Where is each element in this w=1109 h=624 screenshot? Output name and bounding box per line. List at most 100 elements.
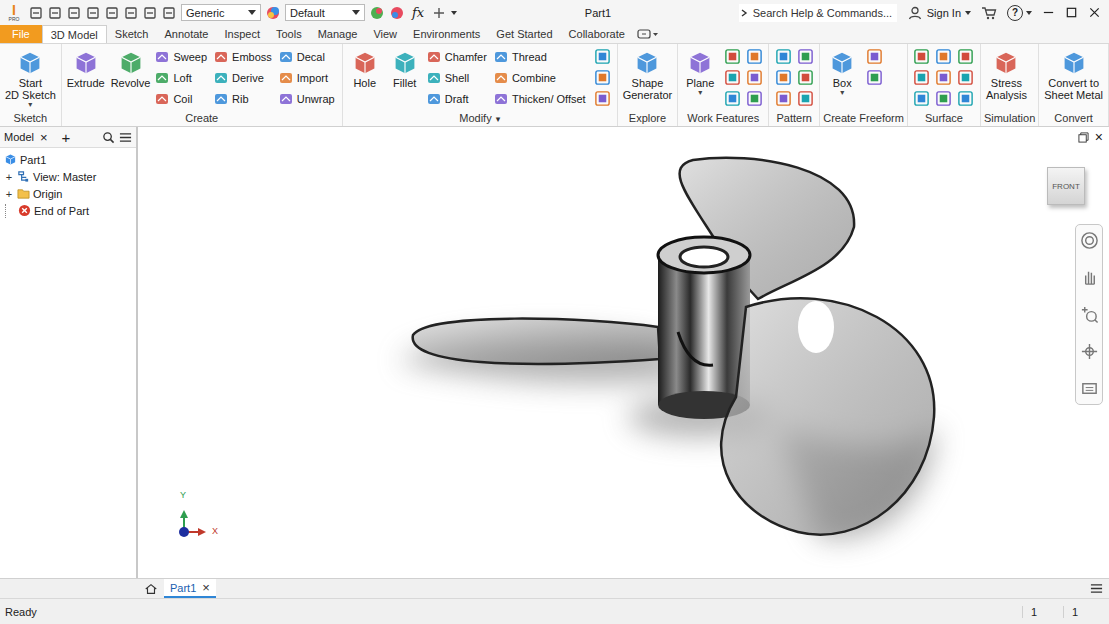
ribbon-small-tool[interactable]: Derive xyxy=(213,67,276,88)
tool-icon[interactable] xyxy=(775,90,792,107)
quick-access-icon[interactable] xyxy=(104,5,120,21)
ribbon-tab[interactable]: 3D Model xyxy=(42,25,107,43)
tool-icon[interactable] xyxy=(866,48,883,65)
ribbon-tab[interactable]: Annotate xyxy=(156,25,216,43)
ribbon-small-tool[interactable]: Unwrap xyxy=(278,88,339,109)
quick-access-icon[interactable] xyxy=(47,5,63,21)
ribbon-small-tool[interactable]: Thicken/ Offset xyxy=(493,88,590,109)
browser-add-button[interactable]: + xyxy=(60,130,73,145)
ribbon-tab[interactable]: Get Started xyxy=(488,25,560,43)
pan-icon[interactable] xyxy=(1080,268,1099,287)
search-box[interactable] xyxy=(739,4,897,22)
close-icon[interactable] xyxy=(1088,6,1101,19)
ribbon-large-tool[interactable]: Fillet xyxy=(386,46,424,90)
search-input[interactable] xyxy=(751,6,897,20)
tool-icon[interactable] xyxy=(746,69,763,86)
tree-toggle[interactable] xyxy=(5,204,15,218)
ribbon-small-tool[interactable]: Decal xyxy=(278,46,339,67)
maximize-icon[interactable] xyxy=(1065,6,1078,19)
document-close-button[interactable]: × xyxy=(202,580,210,595)
browser-close-button[interactable]: × xyxy=(38,131,50,144)
tool-icon[interactable] xyxy=(594,48,611,65)
tool-icon[interactable] xyxy=(724,90,741,107)
ribbon-large-tool[interactable]: Hole xyxy=(346,46,384,90)
ribbon-tab[interactable]: Inspect xyxy=(217,25,268,43)
ribbon-large-tool[interactable]: Revolve xyxy=(109,46,153,90)
tool-icon[interactable] xyxy=(935,48,952,65)
tree-item[interactable]: Part1 xyxy=(4,151,136,168)
tree-toggle[interactable]: + xyxy=(4,188,14,200)
propeller-model[interactable] xyxy=(138,127,1109,578)
adjust-appearance-icon[interactable] xyxy=(369,5,385,21)
ribbon-tab[interactable]: Manage xyxy=(310,25,366,43)
tool-icon[interactable] xyxy=(866,69,883,86)
ribbon-small-tool[interactable]: Chamfer xyxy=(426,46,491,67)
tool-icon[interactable] xyxy=(594,69,611,86)
ribbon-small-tool[interactable]: Shell xyxy=(426,67,491,88)
ribbon-small-tool[interactable]: Import xyxy=(278,67,339,88)
plus-icon[interactable] xyxy=(431,5,447,21)
minimize-icon[interactable] xyxy=(1042,6,1055,19)
quick-access-icon[interactable] xyxy=(66,5,82,21)
ribbon-small-tool[interactable]: Sweep xyxy=(154,46,211,67)
tool-icon[interactable] xyxy=(775,48,792,65)
sign-in-button[interactable]: Sign In xyxy=(901,5,977,21)
restore-window-icon[interactable] xyxy=(1078,132,1089,143)
cart-icon[interactable] xyxy=(981,5,997,21)
ribbon-large-tool[interactable]: StressAnalysis xyxy=(984,46,1029,102)
ribbon-tab[interactable]: Collaborate xyxy=(561,25,633,43)
quick-access-icon[interactable] xyxy=(85,5,101,21)
ribbon-small-tool[interactable]: Rib xyxy=(213,88,276,109)
material-dropdown[interactable]: Default xyxy=(285,4,365,21)
ribbon-tab[interactable]: File xyxy=(0,25,42,43)
tool-icon[interactable] xyxy=(724,69,741,86)
ribbon-tab[interactable]: Tools xyxy=(268,25,310,43)
tool-icon[interactable] xyxy=(913,69,930,86)
tool-icon[interactable] xyxy=(935,90,952,107)
document-tab[interactable]: Part1× xyxy=(164,579,216,598)
app-logo[interactable]: IPRO xyxy=(4,3,24,22)
menu-icon[interactable] xyxy=(1090,582,1103,595)
ribbon-tab[interactable]: Sketch xyxy=(107,25,157,43)
tool-icon[interactable] xyxy=(797,90,814,107)
ribbon-tab[interactable]: View xyxy=(365,25,405,43)
ribbon-small-tool[interactable]: Loft xyxy=(154,67,211,88)
tool-icon[interactable] xyxy=(746,90,763,107)
ribbon-large-tool[interactable]: Convert toSheet Metal xyxy=(1042,46,1105,102)
ribbon-large-tool[interactable]: Box▾ xyxy=(823,46,861,98)
quick-access-icon[interactable] xyxy=(28,5,44,21)
ribbon-small-tool[interactable]: Coil xyxy=(154,88,211,109)
help-button[interactable]: ? xyxy=(1001,5,1038,21)
graphics-window[interactable]: ×FRONTYX xyxy=(138,127,1109,578)
parameters-button[interactable]: fx xyxy=(409,5,427,20)
orbit-icon[interactable] xyxy=(1080,342,1099,361)
menu-icon[interactable] xyxy=(119,131,132,144)
ribbon-large-tool[interactable]: ShapeGenerator xyxy=(621,46,675,102)
tree-item[interactable]: End of Part xyxy=(4,202,136,219)
ribbon-options-icon[interactable] xyxy=(637,28,659,40)
tool-icon[interactable] xyxy=(797,69,814,86)
viewport-close-button[interactable]: × xyxy=(1095,130,1103,144)
steering-wheel-icon[interactable] xyxy=(1080,231,1099,250)
ribbon-large-tool[interactable]: Extrude xyxy=(65,46,107,90)
appearance-dropdown[interactable]: Generic xyxy=(181,4,261,21)
ribbon-small-tool[interactable]: Thread xyxy=(493,46,590,67)
tool-icon[interactable] xyxy=(957,90,974,107)
zoom-icon[interactable] xyxy=(1080,305,1099,324)
tool-icon[interactable] xyxy=(594,90,611,107)
tree-item[interactable]: +View: Master xyxy=(4,168,136,185)
clear-appearance-icon[interactable] xyxy=(389,5,405,21)
tool-icon[interactable] xyxy=(775,69,792,86)
quick-access-icon[interactable] xyxy=(161,5,177,21)
tree-item[interactable]: +Origin xyxy=(4,185,136,202)
tool-icon[interactable] xyxy=(724,48,741,65)
tool-icon[interactable] xyxy=(957,48,974,65)
ribbon-small-tool[interactable]: Emboss xyxy=(213,46,276,67)
tool-icon[interactable] xyxy=(957,69,974,86)
quick-access-icon[interactable] xyxy=(123,5,139,21)
ribbon-large-tool[interactable]: Start2D Sketch▾ xyxy=(3,46,58,110)
ribbon-tab[interactable]: Environments xyxy=(405,25,488,43)
tool-icon[interactable] xyxy=(797,48,814,65)
browser-tab[interactable]: Model xyxy=(4,131,34,143)
ribbon-large-tool[interactable]: Plane▾ xyxy=(681,46,719,98)
